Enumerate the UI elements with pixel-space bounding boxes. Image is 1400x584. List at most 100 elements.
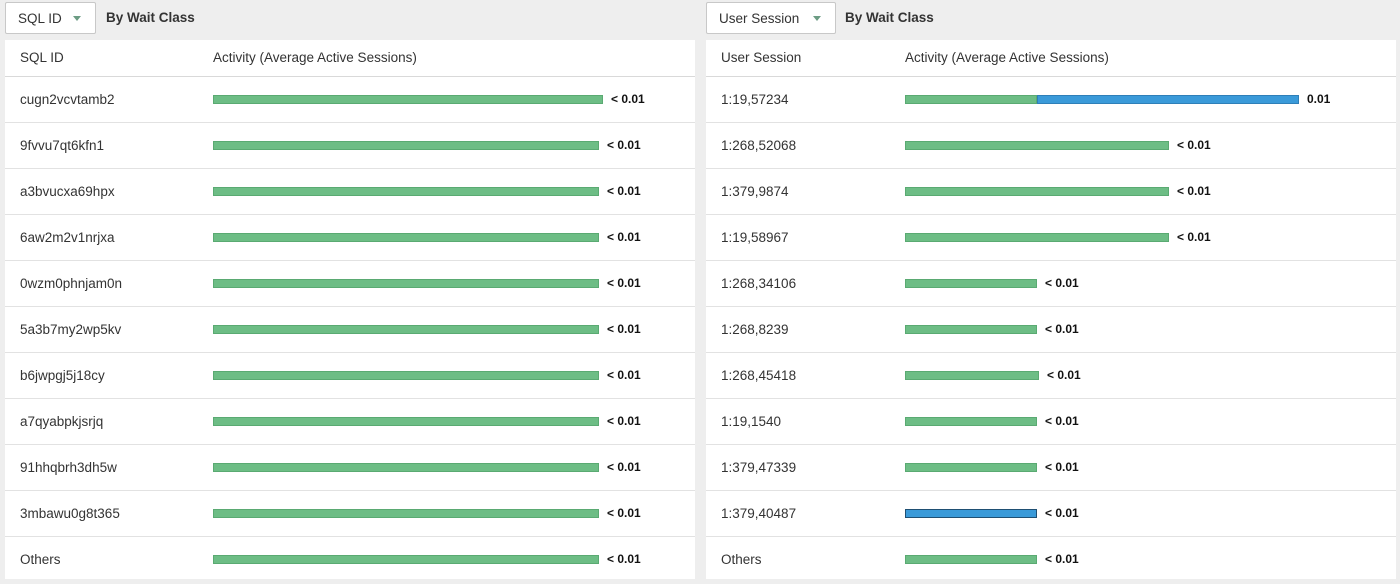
row-key-link[interactable]: 1:19,58967 — [721, 230, 789, 245]
table-body: 1:19,57234 0.01 1:268,52068 < 0.01 1:379,987… — [706, 77, 1396, 582]
table-row[interactable]: 1:268,45418 < 0.01 — [706, 353, 1396, 399]
activity-bar[interactable] — [213, 325, 599, 334]
activity-bar[interactable] — [213, 463, 599, 472]
table-row[interactable]: 1:268,52068 < 0.01 — [706, 123, 1396, 169]
activity-bar[interactable] — [213, 233, 599, 242]
activity-bar[interactable] — [213, 95, 603, 104]
activity-bar-segment-green[interactable] — [905, 371, 1039, 380]
activity-bar[interactable] — [905, 463, 1037, 472]
activity-bar-segment-green[interactable] — [213, 417, 599, 426]
activity-bar[interactable] — [905, 555, 1037, 564]
table-row[interactable]: 91hhqbrh3dh5w < 0.01 — [5, 445, 695, 491]
table-row[interactable]: 1:19,1540 < 0.01 — [706, 399, 1396, 445]
table-row[interactable]: 1:379,9874 < 0.01 — [706, 169, 1396, 215]
row-key-link[interactable]: Others — [20, 552, 61, 567]
row-key-link[interactable]: 1:268,34106 — [721, 276, 796, 291]
activity-value: < 0.01 — [607, 414, 641, 428]
row-key-link[interactable]: cugn2vcvtamb2 — [20, 92, 115, 107]
activity-bar-segment-green[interactable] — [213, 463, 599, 472]
activity-value: < 0.01 — [607, 276, 641, 290]
activity-bar-segment-green[interactable] — [905, 555, 1037, 564]
activity-bar[interactable] — [905, 95, 1299, 104]
activity-bar-segment-green[interactable] — [213, 555, 599, 564]
activity-bar[interactable] — [213, 279, 599, 288]
activity-bar[interactable] — [905, 141, 1169, 150]
row-key-link[interactable]: 1:268,45418 — [721, 368, 796, 383]
activity-bar-segment-green[interactable] — [905, 95, 1037, 104]
activity-bar[interactable] — [905, 279, 1037, 288]
activity-bar-segment-green[interactable] — [213, 279, 599, 288]
activity-bar-segment-green[interactable] — [905, 325, 1037, 334]
dimension-dropdown-user-session[interactable]: User Session — [706, 2, 836, 34]
table-row[interactable]: 3mbawu0g8t365 < 0.01 — [5, 491, 695, 537]
activity-bar-segment-green[interactable] — [213, 509, 599, 518]
row-key-link[interactable]: 6aw2m2v1nrjxa — [20, 230, 115, 245]
activity-bar[interactable] — [905, 325, 1037, 334]
row-key-link[interactable]: 5a3b7my2wp5kv — [20, 322, 121, 337]
activity-value: < 0.01 — [1045, 460, 1079, 474]
activity-bar-segment-green[interactable] — [905, 233, 1169, 242]
table-row[interactable]: a7qyabpkjsrjq < 0.01 — [5, 399, 695, 445]
activity-bar-segment-green[interactable] — [213, 141, 599, 150]
table-body: cugn2vcvtamb2 < 0.01 9fvvu7qt6kfn1 < 0.01 a3… — [5, 77, 695, 582]
activity-bar[interactable] — [213, 509, 599, 518]
activity-bar-segment-green[interactable] — [213, 325, 599, 334]
dimension-dropdown-sql-id[interactable]: SQL ID — [5, 2, 96, 34]
activity-bar-segment-green[interactable] — [905, 141, 1169, 150]
row-key-link[interactable]: 1:379,47339 — [721, 460, 796, 475]
table-row[interactable]: 5a3b7my2wp5kv < 0.01 — [5, 307, 695, 353]
table-row[interactable]: 1:379,40487 < 0.01 — [706, 491, 1396, 537]
activity-bar-segment-green[interactable] — [905, 279, 1037, 288]
activity-bar-segment-blue[interactable] — [905, 509, 1037, 518]
activity-bar[interactable] — [905, 509, 1037, 518]
table-row[interactable]: Others < 0.01 — [5, 537, 695, 582]
activity-bar-segment-green[interactable] — [213, 233, 599, 242]
row-key-link[interactable]: Others — [721, 552, 762, 567]
activity-bar-segment-green[interactable] — [905, 463, 1037, 472]
row-key-link[interactable]: 1:379,40487 — [721, 506, 796, 521]
table-row[interactable]: 0wzm0phnjam0n < 0.01 — [5, 261, 695, 307]
activity-value: < 0.01 — [611, 92, 645, 106]
row-key-link[interactable]: 9fvvu7qt6kfn1 — [20, 138, 104, 153]
row-key-link[interactable]: 91hhqbrh3dh5w — [20, 460, 117, 475]
activity-bar[interactable] — [213, 141, 599, 150]
row-key-link[interactable]: a3bvucxa69hpx — [20, 184, 115, 199]
chevron-down-icon — [813, 16, 821, 21]
row-key-link[interactable]: 1:268,52068 — [721, 138, 796, 153]
chevron-down-icon — [73, 16, 81, 21]
activity-bar-segment-green[interactable] — [213, 187, 599, 196]
table-row[interactable]: 1:19,58967 < 0.01 — [706, 215, 1396, 261]
activity-bar-segment-green[interactable] — [905, 187, 1169, 196]
activity-bar[interactable] — [905, 417, 1037, 426]
row-key-link[interactable]: 1:379,9874 — [721, 184, 789, 199]
activity-bar-segment-blue[interactable] — [1037, 95, 1299, 104]
row-key-link[interactable]: 0wzm0phnjam0n — [20, 276, 122, 291]
activity-bar[interactable] — [905, 371, 1039, 380]
row-key-link[interactable]: a7qyabpkjsrjq — [20, 414, 103, 429]
activity-bar[interactable] — [905, 187, 1169, 196]
table-row[interactable]: 1:19,57234 0.01 — [706, 77, 1396, 123]
row-key-link[interactable]: 1:19,1540 — [721, 414, 781, 429]
activity-bar-segment-green[interactable] — [905, 417, 1037, 426]
table-row[interactable]: a3bvucxa69hpx < 0.01 — [5, 169, 695, 215]
activity-bar[interactable] — [213, 555, 599, 564]
table-row[interactable]: 1:379,47339 < 0.01 — [706, 445, 1396, 491]
table-row[interactable]: 1:268,34106 < 0.01 — [706, 261, 1396, 307]
activity-bar-segment-green[interactable] — [213, 95, 603, 104]
table-row[interactable]: 6aw2m2v1nrjxa < 0.01 — [5, 215, 695, 261]
activity-bar[interactable] — [905, 233, 1169, 242]
row-key-link[interactable]: 1:268,8239 — [721, 322, 789, 337]
table-row[interactable]: b6jwpgj5j18cy < 0.01 — [5, 353, 695, 399]
table-row[interactable]: Others < 0.01 — [706, 537, 1396, 582]
table-row[interactable]: 9fvvu7qt6kfn1 < 0.01 — [5, 123, 695, 169]
row-key-link[interactable]: b6jwpgj5j18cy — [20, 368, 105, 383]
row-key-link[interactable]: 3mbawu0g8t365 — [20, 506, 120, 521]
activity-bar[interactable] — [213, 187, 599, 196]
activity-bar[interactable] — [213, 371, 599, 380]
row-key-link[interactable]: 1:19,57234 — [721, 92, 789, 107]
activity-bar-segment-green[interactable] — [213, 371, 599, 380]
column-header-activity: Activity (Average Active Sessions) — [213, 50, 417, 65]
table-row[interactable]: 1:268,8239 < 0.01 — [706, 307, 1396, 353]
activity-bar[interactable] — [213, 417, 599, 426]
table-row[interactable]: cugn2vcvtamb2 < 0.01 — [5, 77, 695, 123]
